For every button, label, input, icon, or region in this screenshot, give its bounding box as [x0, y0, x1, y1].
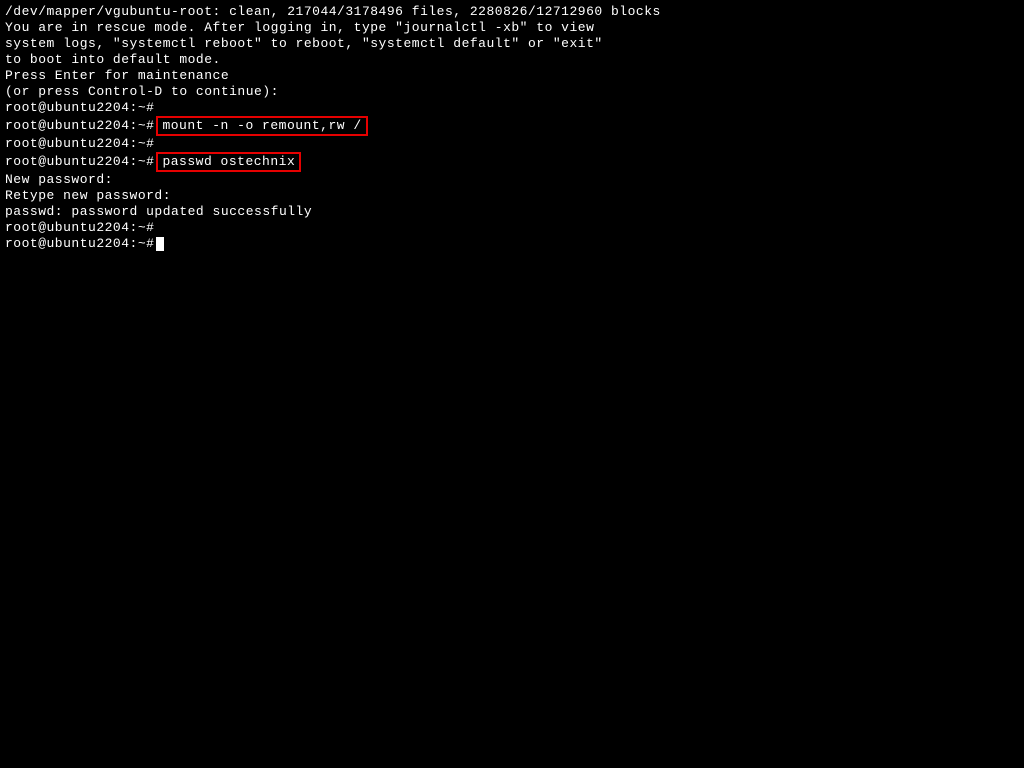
terminal-line: /dev/mapper/vgubuntu-root: clean, 217044…	[5, 4, 1019, 20]
terminal-prompt: root@ubuntu2204:~#	[5, 236, 154, 252]
highlighted-command-mount: mount -n -o remount,rw /	[156, 116, 367, 136]
terminal-prompt: root@ubuntu2204:~#	[5, 100, 1019, 116]
terminal-line: New password:	[5, 172, 1019, 188]
terminal-prompt: root@ubuntu2204:~#	[5, 220, 1019, 236]
terminal-line: You are in rescue mode. After logging in…	[5, 20, 1019, 36]
terminal-line: to boot into default mode.	[5, 52, 1019, 68]
terminal-prompt: root@ubuntu2204:~#	[5, 154, 154, 170]
terminal-line: passwd: password updated successfully	[5, 204, 1019, 220]
terminal-prompt: root@ubuntu2204:~#	[5, 136, 1019, 152]
terminal-command-line: root@ubuntu2204:~# passwd ostechnix	[5, 152, 1019, 172]
terminal-line: Press Enter for maintenance	[5, 68, 1019, 84]
terminal-line: Retype new password:	[5, 188, 1019, 204]
terminal-command-line: root@ubuntu2204:~# mount -n -o remount,r…	[5, 116, 1019, 136]
terminal-line: (or press Control-D to continue):	[5, 84, 1019, 100]
terminal-line: system logs, "systemctl reboot" to reboo…	[5, 36, 1019, 52]
terminal-current-prompt[interactable]: root@ubuntu2204:~#	[5, 236, 1019, 252]
terminal-prompt: root@ubuntu2204:~#	[5, 118, 154, 134]
terminal-cursor	[156, 237, 164, 251]
highlighted-command-passwd: passwd ostechnix	[156, 152, 301, 172]
